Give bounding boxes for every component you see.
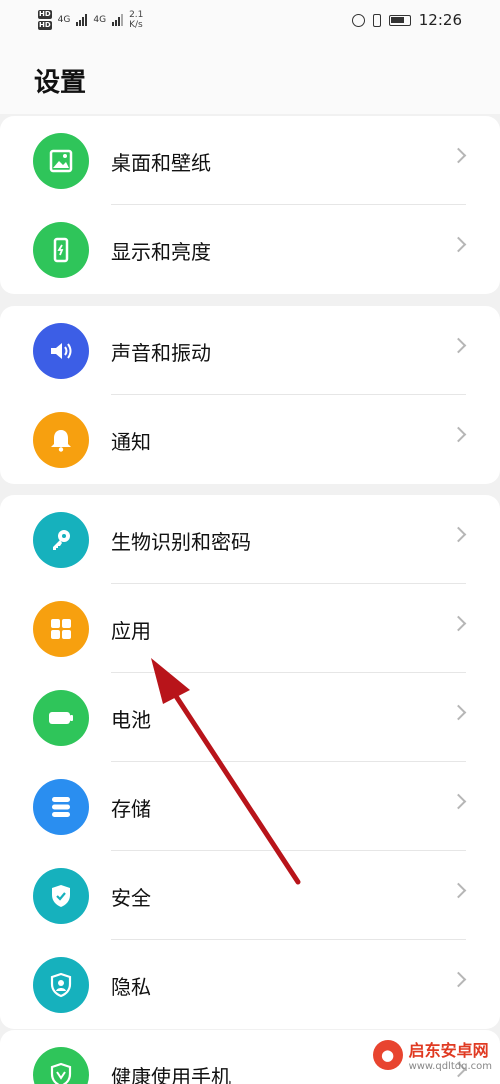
chevron-right-icon (450, 236, 467, 253)
settings-item-label: 电池 (111, 708, 151, 732)
chevron-right-icon (450, 526, 467, 543)
chevron-right-icon (450, 882, 467, 899)
status-bar: HD HD 4G 4G 2.1 K/s 12:26 (0, 0, 500, 40)
signal-strength-icon-2 (112, 14, 124, 26)
chevron-right-icon (450, 615, 467, 632)
chevron-right-icon (450, 793, 467, 810)
settings-item-label: 存储 (111, 797, 151, 821)
key-icon (33, 512, 89, 568)
watermark-logo-icon: ● (372, 1039, 403, 1070)
watermark-title: 启东安卓网 (408, 1041, 489, 1060)
settings-group-2: 声音和振动 通知 (0, 306, 500, 484)
settings-group-3: 生物识别和密码 应用 电池 存储 安全 隐私 (0, 495, 500, 1029)
health-icon (33, 1047, 89, 1084)
network-speed-unit: K/s (129, 20, 143, 30)
apps-icon (33, 601, 89, 657)
display-icon (33, 222, 89, 278)
network-speed-value: 2.1 (129, 10, 144, 20)
status-right: 12:26 (351, 11, 462, 29)
status-left: HD HD 4G 4G 2.1 K/s (38, 9, 143, 31)
settings-item-label: 安全 (111, 886, 151, 910)
network-type-1: 4G (57, 15, 71, 25)
settings-item-label: 健康使用手机 (111, 1065, 231, 1084)
storage-icon (33, 779, 89, 835)
chevron-right-icon (450, 337, 467, 354)
settings-item-notifications[interactable]: 通知 (0, 395, 500, 484)
settings-item-security[interactable]: 安全 (0, 851, 500, 940)
settings-item-wallpaper[interactable]: 桌面和壁纸 (0, 116, 500, 205)
battery-icon (33, 690, 89, 746)
settings-screen: HD HD 4G 4G 2.1 K/s 12:26 设置 桌面和壁纸 显示和亮度… (0, 0, 500, 1084)
settings-item-label: 生物识别和密码 (111, 530, 251, 554)
vibrate-icon (372, 13, 381, 27)
page-title: 设置 (34, 68, 87, 98)
alarm-icon (351, 13, 365, 27)
signal-strength-icon (76, 14, 88, 26)
status-time: 12:26 (418, 11, 462, 29)
settings-item-biometrics[interactable]: 生物识别和密码 (0, 495, 500, 584)
settings-item-display[interactable]: 显示和亮度 (0, 205, 500, 294)
settings-item-battery[interactable]: 电池 (0, 673, 500, 762)
settings-item-sound[interactable]: 声音和振动 (0, 306, 500, 395)
settings-item-apps[interactable]: 应用 (0, 584, 500, 673)
network-type-2: 4G (93, 15, 107, 25)
battery-status-icon (388, 14, 411, 26)
chevron-right-icon (450, 971, 467, 988)
network-speed: 2.1 K/s (129, 10, 143, 30)
settings-item-label: 隐私 (111, 975, 151, 999)
settings-group-1: 桌面和壁纸 显示和亮度 (0, 116, 500, 294)
watermark-url: www.qdltdq.com (408, 1061, 492, 1072)
shield-check-icon (33, 868, 89, 924)
header: 设置 (0, 40, 500, 114)
bell-icon (33, 412, 89, 468)
chevron-right-icon (450, 426, 467, 443)
settings-item-label: 显示和亮度 (111, 240, 211, 264)
settings-item-label: 应用 (111, 619, 151, 643)
settings-item-label: 桌面和壁纸 (111, 151, 211, 175)
watermark-text: 启东安卓网 www.qdltdq.com (409, 1037, 492, 1072)
sound-icon (33, 323, 89, 379)
settings-item-label: 通知 (111, 430, 151, 454)
chevron-right-icon (450, 147, 467, 164)
settings-item-label: 声音和振动 (111, 341, 211, 365)
settings-item-privacy[interactable]: 隐私 (0, 940, 500, 1029)
watermark: ● 启东安卓网 www.qdltdq.com (372, 1037, 492, 1072)
wallpaper-icon (33, 133, 89, 189)
privacy-icon (33, 957, 89, 1013)
chevron-right-icon (450, 704, 467, 721)
hd-icon: HD HD (38, 10, 52, 30)
settings-item-storage[interactable]: 存储 (0, 762, 500, 851)
